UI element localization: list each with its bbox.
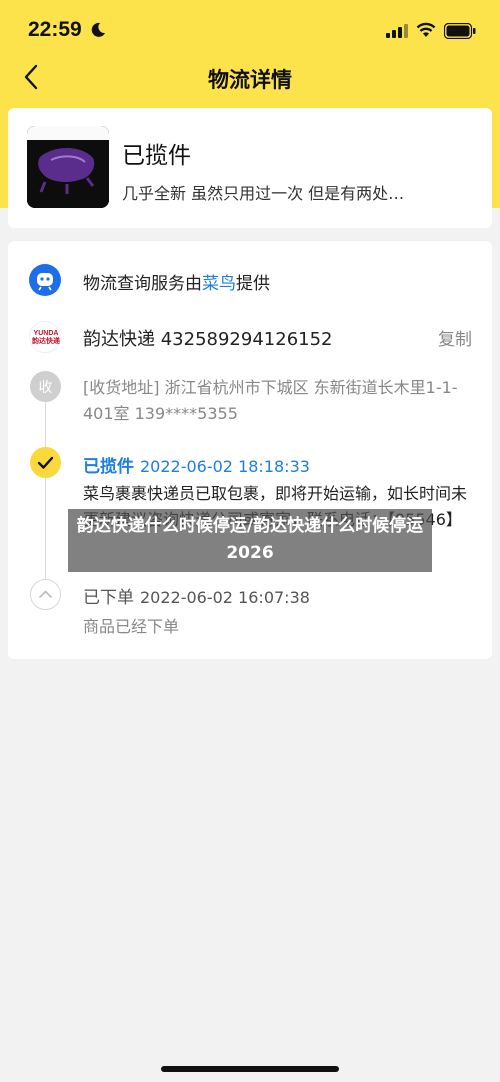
check-icon (37, 456, 54, 469)
product-card[interactable]: 已揽件 几乎全新 虽然只用过一次 但是有两处… (8, 108, 492, 228)
provider-text: 物流查询服务由菜鸟提供 (83, 269, 270, 294)
product-status: 已揽件 (122, 143, 191, 169)
receive-node-label: 收 (38, 380, 53, 396)
cainiao-logo-icon (29, 264, 61, 296)
yunda-logo-icon: YUNDA 韵达快递 (29, 321, 61, 353)
order-event-description: 商品已经下单 (83, 617, 180, 636)
delivery-address: [收货地址] 浙江省杭州市下城区 东新街道长木里1-1-401室 139****… (83, 378, 458, 423)
pickup-status: 已揽件 (83, 457, 134, 477)
order-status: 已下单 (83, 588, 134, 608)
status-time: 22:59 (28, 18, 82, 41)
pickup-node (30, 447, 61, 478)
pickup-time: 2022-06-02 18:18:33 (140, 457, 310, 476)
tracking-number: 韵达快递 432589294126152 (83, 329, 333, 350)
chevron-up-icon (39, 590, 52, 598)
copy-button[interactable]: 复制 (438, 325, 472, 350)
pickup-event-header: 已揽件 2022-06-02 18:18:33 (83, 452, 310, 477)
order-event-header: 已下单 2022-06-02 16:07:38 (83, 583, 310, 608)
provider-row: 物流查询服务由菜鸟提供 (8, 261, 492, 301)
provider-prefix: 物流查询服务由 (83, 274, 202, 294)
timeline-connector (45, 478, 46, 579)
provider-suffix: 提供 (236, 274, 270, 294)
order-node (30, 579, 61, 610)
product-description: 几乎全新 虽然只用过一次 但是有两处… (122, 184, 405, 203)
moon-icon (91, 22, 105, 37)
cellular-signal-icon (386, 24, 408, 38)
courier-row: YUNDA 韵达快递 韵达快递 432589294126152 复制 (8, 317, 492, 357)
provider-link-cainiao[interactable]: 菜鸟 (202, 274, 236, 294)
timeline-connector (45, 402, 46, 447)
product-thumbnail (27, 126, 109, 208)
order-time: 2022-06-02 16:07:38 (140, 588, 310, 607)
receive-node: 收 (30, 371, 61, 402)
watermark-text: 韵达快递什么时候停运/韵达快递什么时候停运2026 (76, 516, 424, 563)
logistics-detail-card: 物流查询服务由菜鸟提供 YUNDA 韵达快递 韵达快递 432589294126… (8, 241, 492, 659)
home-indicator[interactable] (161, 1066, 339, 1072)
battery-icon (444, 23, 476, 39)
page-title: 物流详情 (208, 68, 292, 92)
yunda-logo-text: YUNDA 韵达快递 (32, 330, 60, 345)
status-bar: 22:59 (0, 0, 500, 60)
watermark-overlay: 韵达快递什么时候停运/韵达快递什么时候停运2026 (68, 509, 432, 572)
navigation-bar: 物流详情 (0, 56, 500, 100)
wifi-icon (416, 22, 436, 37)
